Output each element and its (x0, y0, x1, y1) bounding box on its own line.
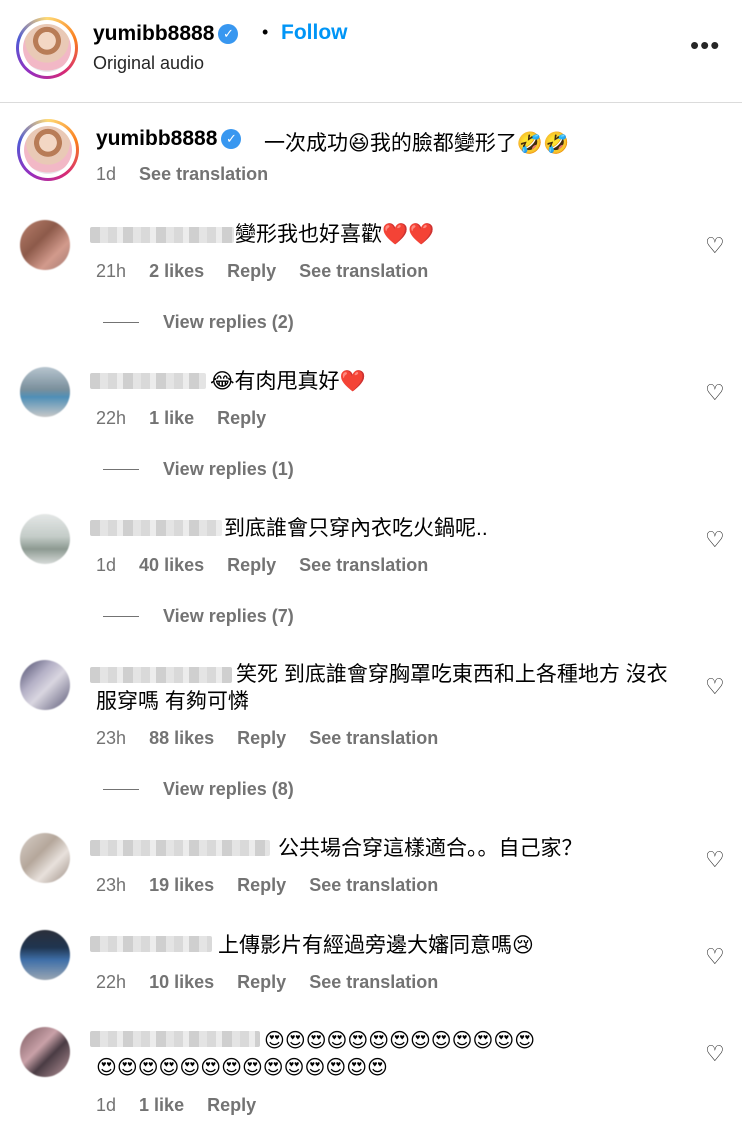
caption-time: 1d (96, 164, 117, 184)
see-translation-link[interactable]: See translation (299, 261, 428, 281)
likes-count[interactable]: 88 likes (149, 728, 214, 748)
caption-meta: 1d See translation (96, 164, 286, 185)
comment-meta: 1d 40 likes Reply See translation (96, 555, 446, 576)
comment-meta: 1d 1 like Reply (96, 1095, 274, 1116)
view-replies-button[interactable]: View replies (1) (163, 459, 294, 480)
likes-count[interactable]: 10 likes (149, 972, 214, 992)
comment-text-line1: 笑死 到底誰會穿胸罩吃東西和上各種地方 沒衣 (236, 663, 668, 686)
caption-username[interactable]: yumibb8888 ✓ (96, 127, 242, 151)
caption-text: 一次成功😆我的臉都變形了🤣🤣 (264, 132, 570, 155)
commenter-username[interactable] (90, 1031, 260, 1047)
like-heart-icon[interactable]: ♡ (705, 944, 725, 970)
replies-divider (103, 469, 139, 470)
audio-label[interactable]: Original audio (93, 53, 204, 74)
see-translation-link[interactable]: See translation (299, 555, 428, 575)
like-heart-icon[interactable]: ♡ (705, 847, 725, 873)
commenter-username[interactable] (90, 936, 212, 952)
view-replies-button[interactable]: View replies (2) (163, 312, 294, 333)
author-avatar[interactable] (16, 17, 78, 79)
like-heart-icon[interactable]: ♡ (705, 527, 725, 553)
likes-count[interactable]: 2 likes (149, 261, 204, 281)
commenter-avatar[interactable] (20, 220, 70, 270)
reply-button[interactable]: Reply (237, 972, 286, 992)
reply-button[interactable]: Reply (227, 261, 276, 281)
reply-button[interactable]: Reply (217, 408, 266, 428)
comment-time: 1d (96, 555, 117, 575)
reply-button[interactable]: Reply (207, 1095, 256, 1115)
commenter-username[interactable] (90, 520, 222, 536)
reply-button[interactable]: Reply (237, 728, 286, 748)
verified-icon: ✓ (221, 129, 242, 150)
like-heart-icon[interactable]: ♡ (705, 380, 725, 406)
comment-text: 到底誰會只穿內衣吃火鍋呢.. (224, 517, 488, 540)
comment-time: 22h (96, 972, 127, 992)
caption-avatar[interactable] (17, 119, 79, 181)
comment-text: 公共場合穿這樣適合。。自己家？ (278, 837, 583, 860)
see-translation-link[interactable]: See translation (309, 728, 438, 748)
replies-divider (103, 616, 139, 617)
commenter-avatar[interactable] (20, 833, 70, 883)
commenter-username[interactable] (90, 227, 234, 243)
see-translation-link[interactable]: See translation (139, 164, 268, 184)
comment-text-line1: 😍😍😍😍😍😍😍😍😍😍😍😍😍 (264, 1030, 536, 1052)
comment-meta: 22h 1 like Reply (96, 408, 284, 429)
comment-meta: 22h 10 likes Reply See translation (96, 972, 456, 993)
reply-button[interactable]: Reply (237, 875, 286, 895)
comment-text-line2: 😍😍😍😍😍😍😍😍😍😍😍😍😍😍 (96, 1057, 388, 1079)
like-heart-icon[interactable]: ♡ (705, 674, 725, 700)
replies-divider (103, 789, 139, 790)
separator-dot: • (262, 22, 269, 42)
comment-meta: 23h 88 likes Reply See translation (96, 728, 456, 749)
comment-time: 23h (96, 728, 127, 748)
verified-icon: ✓ (218, 24, 239, 45)
commenter-avatar[interactable] (20, 930, 70, 980)
commenter-avatar[interactable] (20, 367, 70, 417)
commenter-username[interactable] (90, 840, 270, 856)
likes-count[interactable]: 1 like (149, 408, 194, 428)
author-username[interactable]: yumibb8888 ✓ (93, 22, 239, 46)
view-replies-button[interactable]: View replies (8) (163, 779, 294, 800)
comment-text: 😂有肉甩真好❤️ (210, 370, 366, 393)
replies-divider (103, 322, 139, 323)
commenter-avatar[interactable] (20, 660, 70, 710)
profile-photo (24, 126, 72, 174)
like-heart-icon[interactable]: ♡ (705, 233, 725, 259)
likes-count[interactable]: 1 like (139, 1095, 184, 1115)
commenter-username[interactable] (90, 667, 232, 683)
like-heart-icon[interactable]: ♡ (705, 1041, 725, 1067)
likes-count[interactable]: 40 likes (139, 555, 204, 575)
comment-time: 1d (96, 1095, 117, 1115)
more-options-icon[interactable]: ••• (690, 30, 720, 61)
likes-count[interactable]: 19 likes (149, 875, 214, 895)
comment-time: 22h (96, 408, 127, 428)
reply-button[interactable]: Reply (227, 555, 276, 575)
see-translation-link[interactable]: See translation (309, 972, 438, 992)
comment-text: 上傳影片有經過旁邊大嬸同意嗎😢 (218, 934, 534, 957)
comment-text: 變形我也好喜歡❤️❤️ (235, 223, 435, 246)
comment-meta: 23h 19 likes Reply See translation (96, 875, 456, 896)
commenter-avatar[interactable] (20, 514, 70, 564)
profile-photo (23, 24, 71, 72)
see-translation-link[interactable]: See translation (309, 875, 438, 895)
view-replies-button[interactable]: View replies (7) (163, 606, 294, 627)
comment-time: 23h (96, 875, 127, 895)
follow-button[interactable]: Follow (281, 21, 348, 45)
commenter-avatar[interactable] (20, 1027, 70, 1077)
comment-meta: 21h 2 likes Reply See translation (96, 261, 446, 282)
comment-time: 21h (96, 261, 127, 281)
commenter-username[interactable] (90, 373, 206, 389)
post-header: yumibb8888 ✓ • Follow Original audio ••• (0, 0, 742, 103)
comment-text-line2: 服穿嗎 有夠可憐 (96, 690, 249, 713)
